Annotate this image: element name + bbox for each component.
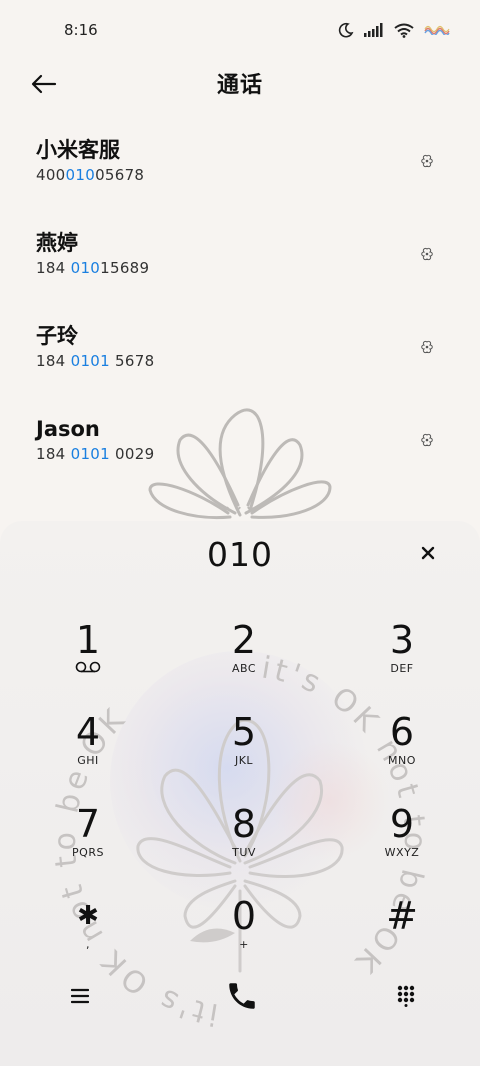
contact-name: 子玲	[36, 324, 78, 348]
key-4[interactable]: 4 GHI	[38, 711, 138, 791]
contact-detail-icon[interactable]	[420, 433, 434, 447]
wifi-icon	[394, 23, 414, 38]
menu-button[interactable]	[60, 976, 100, 1016]
status-time: 8:16	[64, 21, 98, 39]
contact-name: Jason	[36, 417, 100, 441]
header: 通话	[0, 60, 480, 106]
bottom-action-bar	[0, 976, 480, 1026]
contact-name: 燕婷	[36, 231, 78, 255]
close-icon	[421, 546, 435, 560]
key-6[interactable]: 6 MNO	[352, 711, 452, 791]
search-results-list: 小米客服 40001005678 燕婷 184 01015689 子玲 184 …	[0, 136, 480, 508]
contact-number: 184 0101 5678	[36, 352, 155, 370]
status-bar: 8:16	[0, 0, 480, 60]
voicemail-icon	[75, 661, 101, 673]
key-8[interactable]: 8 TUV	[194, 803, 294, 883]
back-button[interactable]	[26, 66, 62, 102]
battery-icon	[424, 25, 450, 35]
dialpad-toggle-button[interactable]	[386, 976, 426, 1016]
list-item[interactable]: Jason 184 0101 0029	[0, 415, 480, 508]
clear-button[interactable]	[416, 541, 440, 565]
status-icons	[338, 22, 450, 38]
list-item[interactable]: 小米客服 40001005678	[0, 136, 480, 229]
list-item[interactable]: 子玲 184 0101 5678	[0, 322, 480, 415]
key-3[interactable]: 3 DEF	[352, 619, 452, 699]
key-1[interactable]: 1	[38, 619, 138, 699]
contact-detail-icon[interactable]	[420, 154, 434, 168]
signal-icon	[364, 23, 384, 37]
dialpad-panel: it's OK not to be OK it's OK not to be O…	[0, 521, 480, 1066]
moon-icon	[338, 22, 354, 38]
key-hash[interactable]: #	[352, 895, 452, 975]
key-5[interactable]: 5 JKL	[194, 711, 294, 791]
back-arrow-icon	[31, 74, 57, 94]
contact-name: 小米客服	[36, 138, 120, 162]
contact-number: 184 0101 0029	[36, 445, 155, 463]
menu-icon	[71, 988, 89, 1004]
key-2[interactable]: 2 ABC	[194, 619, 294, 699]
page-title: 通话	[216, 73, 263, 98]
call-button[interactable]	[222, 976, 262, 1016]
key-0[interactable]: 0 +	[194, 895, 294, 975]
list-item[interactable]: 燕婷 184 01015689	[0, 229, 480, 322]
contact-number: 184 01015689	[36, 259, 150, 277]
key-star[interactable]: ✱ ,	[38, 895, 138, 975]
dialpad-grid-icon	[397, 985, 415, 1007]
contact-detail-icon[interactable]	[420, 340, 434, 354]
contact-detail-icon[interactable]	[420, 247, 434, 261]
dialed-number: 010	[207, 535, 273, 574]
contact-number: 40001005678	[36, 166, 145, 184]
key-7[interactable]: 7 PQRS	[38, 803, 138, 883]
phone-icon	[229, 983, 255, 1009]
key-9[interactable]: 9 WXYZ	[352, 803, 452, 883]
